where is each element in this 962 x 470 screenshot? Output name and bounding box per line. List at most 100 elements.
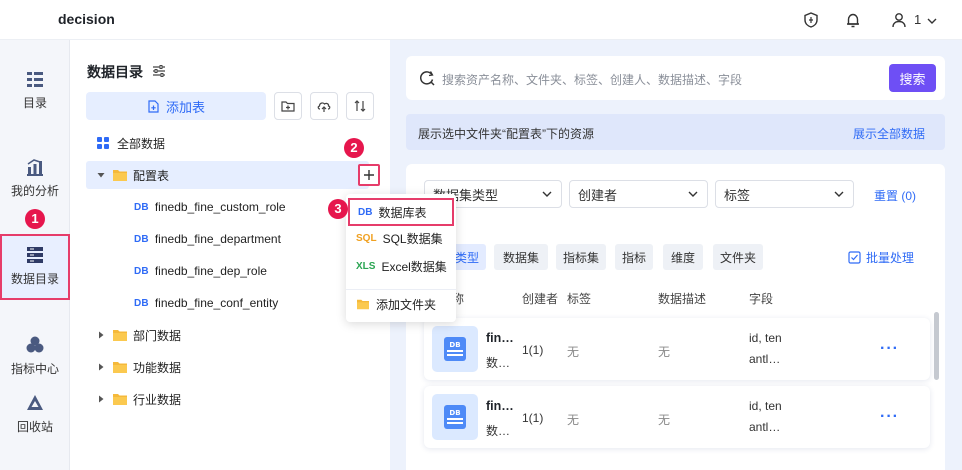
add-table-button[interactable]: 添加表	[86, 92, 266, 120]
caret-down-icon[interactable]	[94, 168, 108, 182]
chip-folder[interactable]: 文件夹	[713, 244, 763, 270]
row-creator: 1(1)	[522, 411, 544, 425]
tree-label: 全部数据	[117, 136, 166, 151]
select-value: 创建者	[578, 187, 618, 203]
tree-item-table[interactable]: DB finedb_fine_custom_role	[86, 193, 369, 221]
search-input[interactable]: 搜索资产名称、文件夹、标签、创建人、数据描述、字段	[442, 71, 742, 88]
step-badge-1: 1	[25, 209, 45, 229]
tag-select[interactable]: 标签	[715, 180, 854, 208]
more-actions-icon[interactable]: ···	[880, 408, 899, 426]
data-catalog-icon	[24, 244, 46, 266]
search-bar: 搜索资产名称、文件夹、标签、创建人、数据描述、字段 搜索	[406, 56, 945, 100]
nav-item-data-catalog[interactable]: 数据目录	[0, 234, 70, 300]
add-folder-icon	[281, 101, 295, 112]
scrollbar-thumb[interactable]	[934, 312, 939, 380]
tree-item-folder[interactable]: 部门数据	[86, 321, 369, 349]
column-header-creator: 创建者	[522, 292, 559, 306]
caret-right-icon[interactable]	[94, 392, 108, 406]
menu-item-sql-dataset[interactable]: SQL SQL数据集	[346, 224, 456, 252]
folder-icon	[113, 362, 127, 373]
table-row[interactable]: DB fin… 数… 1(1) 无 无 id, ten antl… ···	[424, 386, 930, 448]
content-card: 数据集类型 创建者 标签 重置 (0) 全部类型 数据集 指标集 指标 维度 文…	[406, 164, 945, 470]
menu-item-label: SQL数据集	[382, 231, 443, 246]
row-subtitle: 数…	[486, 356, 511, 370]
thumb-text: DB	[449, 341, 460, 349]
tree-item-folder[interactable]: 功能数据	[86, 353, 369, 381]
tree-label: 配置表	[133, 168, 170, 183]
nav-item-metric-center[interactable]: 指标中心	[0, 334, 70, 377]
db-table-icon: DB	[134, 297, 149, 309]
tree-label: 部门数据	[133, 328, 182, 343]
reset-filters-link[interactable]: 重置 (0)	[874, 187, 916, 204]
tree-item-all-data[interactable]: 全部数据	[86, 129, 369, 157]
table-row[interactable]: DB fin… 数… 1(1) 无 无 id, ten antl… ···	[424, 318, 930, 380]
database-table-icon: DB	[432, 326, 478, 372]
nav-item-my-analysis[interactable]: 我的分析	[0, 156, 70, 199]
tree-label: finedb_fine_custom_role	[154, 200, 286, 214]
nav-item-directory[interactable]: 目录	[0, 68, 70, 111]
new-folder-button[interactable]	[274, 92, 302, 120]
folder-icon	[113, 170, 127, 181]
filter-settings-icon[interactable]	[151, 63, 167, 79]
info-bar: 展示选中文件夹“配置表”下的资源 展示全部数据	[406, 114, 945, 150]
add-resource-button[interactable]	[358, 164, 380, 186]
menu-item-excel-dataset[interactable]: XLS Excel数据集	[346, 252, 456, 280]
add-file-icon	[148, 99, 159, 113]
add-table-label: 添加表	[165, 99, 205, 115]
left-nav: 目录 我的分析 数据目录 指标中心 回收站	[0, 40, 70, 470]
import-button[interactable]	[310, 92, 338, 120]
sql-icon: SQL	[356, 232, 377, 244]
nav-label: 数据目录	[10, 272, 59, 286]
add-resource-menu: DB 数据库表 SQL SQL数据集 XLS Excel数据集 添加文件夹	[346, 194, 456, 322]
show-all-link[interactable]: 展示全部数据	[853, 125, 925, 142]
db-table-icon: DB	[134, 265, 149, 277]
step-badge-3: 3	[328, 199, 348, 219]
batch-process-button[interactable]: 批量处理	[848, 249, 914, 266]
tree-item-config-folder[interactable]: 配置表	[86, 161, 380, 189]
chevron-down-icon	[542, 191, 552, 197]
sort-button[interactable]	[346, 92, 374, 120]
tree-item-table[interactable]: DB finedb_fine_dep_role	[86, 257, 369, 285]
tree-item-table[interactable]: DB finedb_fine_department	[86, 225, 369, 253]
top-bar: decision 1	[0, 0, 962, 40]
user-menu[interactable]: 1	[890, 10, 942, 30]
db-table-icon: DB	[358, 206, 373, 218]
row-creator: 1(1)	[522, 343, 544, 357]
creator-select[interactable]: 创建者	[569, 180, 708, 208]
excel-icon: XLS	[356, 260, 376, 272]
batch-label: 批量处理	[866, 251, 915, 265]
menu-item-database-table[interactable]: DB 数据库表	[348, 198, 454, 226]
more-actions-icon[interactable]: ···	[880, 340, 899, 358]
user-number: 1	[914, 12, 922, 27]
row-description: 无	[658, 345, 671, 359]
caret-right-icon[interactable]	[94, 360, 108, 374]
caret-right-icon[interactable]	[94, 328, 108, 342]
tree-label: finedb_fine_dep_role	[154, 264, 267, 278]
row-fields-more: antl…	[749, 352, 781, 366]
menu-item-label: Excel数据集	[381, 259, 447, 274]
bell-icon[interactable]	[844, 11, 862, 29]
db-table-icon: DB	[134, 201, 149, 213]
database-table-icon: DB	[432, 394, 478, 440]
row-name[interactable]: fin…	[486, 331, 514, 345]
chip-dataset[interactable]: 数据集	[494, 244, 548, 270]
tree-label: 功能数据	[133, 360, 182, 375]
chip-metric-set[interactable]: 指标集	[556, 244, 606, 270]
tree-item-folder[interactable]: 行业数据	[86, 385, 369, 413]
thumb-text: DB	[449, 409, 460, 417]
nav-label: 指标中心	[10, 362, 59, 376]
chip-metric[interactable]: 指标	[615, 244, 653, 270]
row-tag: 无	[567, 413, 580, 427]
row-name[interactable]: fin…	[486, 399, 514, 413]
chip-dimension[interactable]: 维度	[663, 244, 703, 270]
row-tag: 无	[567, 345, 580, 359]
nav-item-recycle-bin[interactable]: 回收站	[0, 392, 70, 435]
tree-label: 行业数据	[133, 392, 182, 407]
menu-item-label: 数据库表	[378, 205, 427, 220]
row-fields: id, ten	[749, 399, 782, 413]
search-button[interactable]: 搜索	[889, 64, 936, 92]
menu-item-add-folder[interactable]: 添加文件夹	[346, 290, 456, 318]
tree-item-table[interactable]: DB finedb_fine_conf_entity	[86, 289, 369, 317]
sort-icon	[354, 100, 366, 112]
shield-icon[interactable]	[802, 11, 820, 29]
